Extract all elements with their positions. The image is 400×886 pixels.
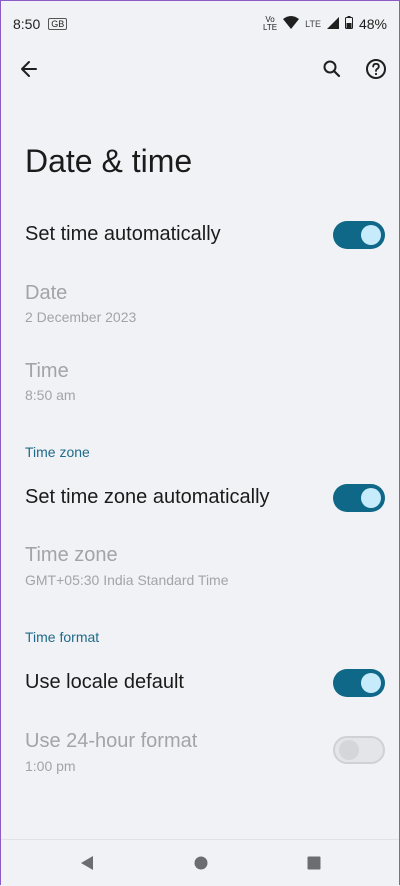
help-icon: [366, 59, 386, 79]
lte-label: LTE: [305, 19, 321, 29]
date-value: 2 December 2023: [25, 309, 137, 325]
timezone-section-header: Time zone: [25, 444, 90, 460]
status-bar: 8:50 GB Vo LTE LTE 48%: [1, 1, 399, 47]
switch-thumb: [361, 488, 381, 508]
status-right: Vo LTE LTE 48%: [263, 16, 387, 33]
triangle-back-icon: [81, 856, 93, 870]
wifi-icon: [283, 16, 300, 32]
set-time-auto-switch[interactable]: [333, 221, 385, 249]
search-button[interactable]: [316, 53, 348, 85]
circle-home-icon: [194, 856, 208, 870]
set-time-auto-label: Set time automatically: [25, 223, 221, 245]
switch-thumb: [361, 225, 381, 245]
date-label: Date: [25, 282, 68, 304]
use-24h-switch[interactable]: [333, 736, 385, 764]
timezone-value: GMT+05:30 India Standard Time: [25, 572, 229, 588]
status-time: 8:50: [13, 16, 41, 32]
arrow-back-icon: [21, 61, 37, 77]
set-timezone-auto-switch[interactable]: [333, 484, 385, 512]
time-format-section-header: Time format: [25, 629, 100, 645]
time-label: Time: [25, 360, 69, 382]
locale-default-switch[interactable]: [333, 669, 385, 697]
square-recents-icon: [307, 856, 321, 870]
nav-back-button[interactable]: [73, 850, 101, 876]
use-24h-value: 1:00 pm: [25, 758, 76, 774]
page-title: Date & time: [25, 143, 193, 179]
battery-icon: [344, 16, 353, 32]
switch-thumb: [361, 673, 381, 693]
volte-indicator: Vo LTE: [263, 16, 277, 32]
navigation-bar: [1, 839, 399, 886]
switch-thumb: [339, 740, 359, 760]
search-icon: [323, 60, 341, 78]
status-left: 8:50 GB: [13, 16, 68, 32]
help-button[interactable]: [360, 53, 392, 85]
locale-default-label: Use locale default: [25, 671, 184, 693]
toolbar: [1, 47, 399, 91]
signal-icon: [326, 16, 339, 32]
back-button[interactable]: [13, 53, 45, 85]
timezone-label: Time zone: [25, 544, 118, 566]
battery-percent: 48%: [358, 16, 387, 32]
time-value: 8:50 am: [25, 387, 76, 403]
volte-bottom: LTE: [263, 23, 278, 32]
gb-badge: GB: [48, 18, 68, 30]
nav-recents-button[interactable]: [300, 850, 328, 876]
set-timezone-auto-label: Set time zone automatically: [25, 486, 270, 508]
use-24h-label: Use 24-hour format: [25, 730, 198, 752]
nav-home-button[interactable]: [187, 850, 215, 876]
